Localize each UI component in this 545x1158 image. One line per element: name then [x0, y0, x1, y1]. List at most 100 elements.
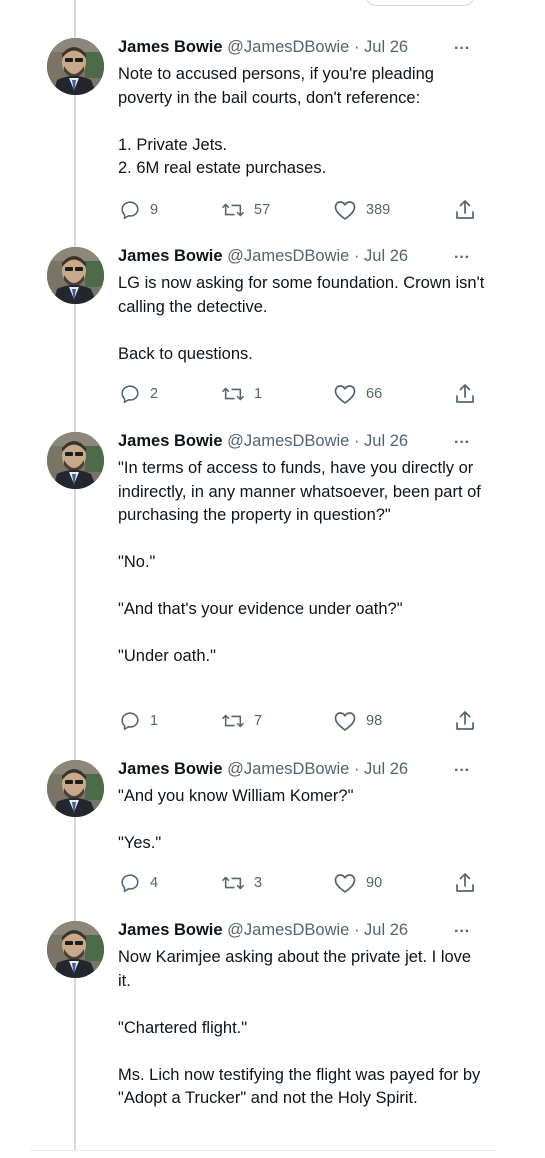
like-count: 90: [366, 875, 383, 891]
tweet-header: James Bowie @JamesDBowie · Jul 26: [118, 432, 408, 454]
tweet-paragraph: "Yes.": [118, 834, 162, 852]
share-button[interactable]: [455, 709, 475, 733]
reply-count: 9: [150, 202, 159, 218]
reply-count: 4: [150, 875, 159, 891]
avatar[interactable]: [47, 432, 104, 489]
separator: ·: [353, 760, 360, 778]
tweet-paragraph: "In terms of access to funds, have you d…: [118, 459, 481, 524]
tweet-date[interactable]: Jul 26: [364, 921, 408, 939]
share-button[interactable]: [455, 382, 475, 406]
retweet-count: 1: [254, 386, 263, 402]
reply-button[interactable]: 1: [119, 709, 158, 733]
partial-button[interactable]: [366, 0, 474, 6]
share-button[interactable]: [455, 198, 475, 222]
tweet-paragraph: "And you know William Komer?": [118, 787, 354, 805]
more-icon[interactable]: ···: [454, 40, 470, 58]
avatar[interactable]: [47, 247, 104, 304]
separator: ·: [353, 247, 360, 265]
author-name[interactable]: James Bowie: [118, 760, 223, 778]
tweet-header: James Bowie @JamesDBowie · Jul 26: [118, 921, 408, 943]
tweet-date[interactable]: Jul 26: [364, 432, 408, 450]
retweet-icon: [221, 199, 245, 221]
retweet-count: 7: [254, 713, 263, 729]
tweet-body: LG is now asking for some foundation. Cr…: [118, 272, 488, 366]
share-icon: [455, 383, 475, 405]
more-icon[interactable]: ···: [454, 762, 470, 780]
retweet-icon: [221, 383, 245, 405]
reply-icon: [119, 872, 141, 894]
tweet-paragraph: "Under oath.": [118, 647, 216, 665]
avatar[interactable]: [47, 921, 104, 978]
like-button[interactable]: 389: [333, 198, 390, 222]
tweet-header: James Bowie @JamesDBowie · Jul 26: [118, 38, 408, 60]
share-icon: [455, 872, 475, 894]
like-icon: [333, 199, 357, 221]
reply-count: 1: [150, 713, 159, 729]
reply-icon: [119, 383, 141, 405]
tweet-actions: 1 7 98: [0, 709, 545, 733]
author-name[interactable]: James Bowie: [118, 921, 223, 939]
tweet-paragraph: 1. Private Jets. 2. 6M real estate purcha…: [118, 134, 488, 181]
like-icon: [333, 383, 357, 405]
tweet-body: "In terms of access to funds, have you d…: [118, 457, 488, 669]
author-handle[interactable]: @JamesDBowie: [227, 432, 349, 450]
separator: ·: [353, 921, 360, 939]
separator: ·: [353, 432, 360, 450]
share-icon: [455, 710, 475, 732]
reply-button[interactable]: 2: [119, 382, 158, 406]
author-name[interactable]: James Bowie: [118, 247, 223, 265]
reply-icon: [119, 199, 141, 221]
author-name[interactable]: James Bowie: [118, 38, 223, 56]
author-handle[interactable]: @JamesDBowie: [227, 760, 349, 778]
tweet-paragraph: Note to accused persons, if you're plead…: [118, 65, 434, 107]
reply-button[interactable]: 9: [119, 198, 158, 222]
avatar[interactable]: [47, 38, 104, 95]
tweet-body: "And you know William Komer?" "Yes.": [118, 785, 488, 856]
tweet-paragraph: "No.": [118, 553, 156, 571]
retweet-count: 3: [254, 875, 263, 891]
tweet-date[interactable]: Jul 26: [364, 760, 408, 778]
tweet-paragraph: Back to questions.: [118, 344, 253, 363]
author-handle[interactable]: @JamesDBowie: [227, 38, 349, 56]
tweet-date[interactable]: Jul 26: [364, 247, 408, 265]
retweet-button[interactable]: 57: [221, 198, 270, 222]
like-icon: [333, 710, 357, 732]
author-name[interactable]: James Bowie: [118, 432, 223, 450]
tweet-actions: 4 3 90: [0, 871, 545, 895]
more-icon[interactable]: ···: [454, 923, 470, 941]
tweet-paragraph: Now Karimjee asking about the private je…: [118, 948, 472, 990]
tweet-paragraph: Ms. Lich now testifying the flight was p…: [118, 1065, 481, 1108]
like-button[interactable]: 66: [333, 382, 382, 406]
retweet-icon: [221, 872, 245, 894]
tweet-actions: 2 1 66: [0, 382, 545, 406]
retweet-button[interactable]: 3: [221, 871, 262, 895]
like-button[interactable]: 90: [333, 871, 382, 895]
tweet-date[interactable]: Jul 26: [364, 38, 408, 56]
author-handle[interactable]: @JamesDBowie: [227, 247, 349, 265]
author-handle[interactable]: @JamesDBowie: [227, 921, 349, 939]
tweet-paragraph: LG is now asking for some foundation. Cr…: [118, 274, 485, 316]
retweet-button[interactable]: 7: [221, 709, 262, 733]
more-icon[interactable]: ···: [454, 434, 470, 452]
like-count: 66: [366, 386, 383, 402]
tweet-header: James Bowie @JamesDBowie · Jul 26: [118, 760, 408, 782]
tweet-body: Note to accused persons, if you're plead…: [118, 63, 488, 181]
like-button[interactable]: 98: [333, 709, 382, 733]
tweet-paragraph: "Chartered flight.": [118, 1018, 248, 1037]
like-count: 98: [366, 713, 383, 729]
like-count: 389: [366, 202, 391, 218]
tweet-header: James Bowie @JamesDBowie · Jul 26: [118, 247, 408, 269]
retweet-button[interactable]: 1: [221, 382, 262, 406]
separator: ·: [353, 38, 360, 56]
reply-icon: [119, 710, 141, 732]
reply-button[interactable]: 4: [119, 871, 158, 895]
divider: [30, 1150, 496, 1151]
more-icon[interactable]: ···: [454, 249, 470, 267]
tweet-actions: 9 57 389: [0, 198, 545, 222]
avatar[interactable]: [47, 760, 104, 817]
retweet-icon: [221, 710, 245, 732]
share-button[interactable]: [455, 871, 475, 895]
tweet-line: 1. Private Jets.: [118, 135, 228, 154]
tweet-body: Now Karimjee asking about the private je…: [118, 946, 488, 1111]
tweet-line: 2. 6M real estate purchases.: [118, 159, 327, 177]
